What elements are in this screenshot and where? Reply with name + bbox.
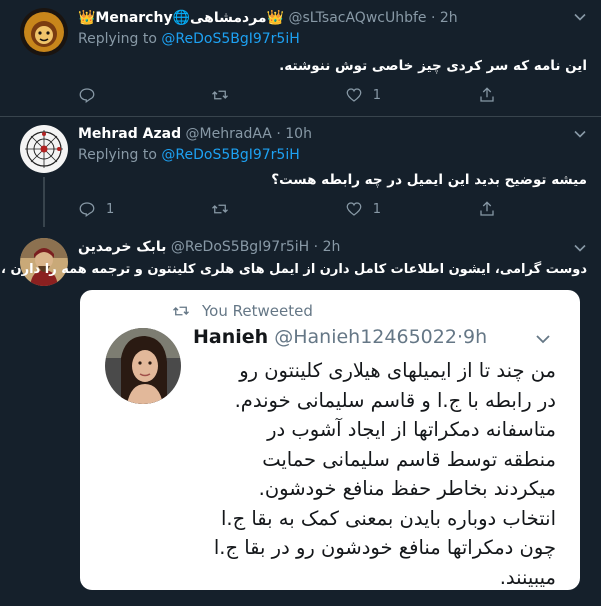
timestamp[interactable]: 2h	[323, 239, 341, 255]
share-icon	[480, 201, 494, 216]
chevron-down-icon[interactable]	[573, 10, 587, 24]
retweet-icon	[173, 306, 189, 316]
like-button[interactable]: 1	[345, 198, 478, 220]
heart-icon	[346, 88, 362, 102]
quoted-text-line: در رابطه با ج.ا و قاسم سلیمانی خوندم.	[234, 388, 556, 412]
like-count: 1	[372, 87, 382, 103]
replying-mention-link[interactable]: @ReDoS5BgI97r5iH	[161, 31, 299, 47]
replying-label: Replying to	[78, 147, 157, 163]
display-name[interactable]: Mehrad Azad	[78, 126, 181, 142]
quoted-text-line: متاسفانه دمکراتها از ایجاد آشوب در	[267, 418, 556, 441]
tweet-text: میشه توضیح بدید این ایمیل در چه رابطه هس…	[271, 172, 587, 188]
timestamp[interactable]: 9h	[463, 326, 487, 348]
quoted-text-line: میبینند.	[499, 565, 556, 589]
quoted-tweet-card[interactable]: You Retweeted Hanieh @Hanieh12465022·9h …	[80, 290, 580, 590]
quoted-tweet-header: Hanieh @Hanieh12465022·9h	[193, 326, 487, 348]
user-handle[interactable]: @Hanieh12465022	[274, 326, 457, 348]
tweet-1[interactable]: 👑Menarchy🌐مردمشاهی👑 @sLTsacAQwcUhbfe · 2…	[0, 0, 601, 116]
tweet-text: این نامه که سر کردی چیز خاصی توش ننوشته.	[279, 58, 587, 74]
timestamp[interactable]: 10h	[285, 126, 312, 142]
chevron-down-icon[interactable]	[573, 241, 587, 255]
replying-to: Replying to @ReDoS5BgI97r5iH	[78, 147, 300, 163]
separator-dot: ·	[313, 239, 319, 255]
retweet-button[interactable]	[211, 84, 344, 106]
timestamp[interactable]: 2h	[440, 10, 458, 26]
user-handle[interactable]: @sLTsacAQwcUhbfe	[289, 10, 427, 26]
tweet-text: دوست گرامی، ایشون اطلاعات کامل دارن از ا…	[1, 262, 587, 277]
like-button[interactable]: 1	[345, 84, 478, 106]
share-button[interactable]	[478, 198, 508, 220]
reply-button[interactable]: 1	[78, 198, 211, 220]
quoted-text-line: منطقه توسط قاسم سلیمانی حمایت	[262, 447, 556, 471]
quoted-text-line: میکردند بخاطر حفظ منافع خودشون.	[258, 477, 556, 500]
tweet-actions: 1	[78, 84, 508, 106]
share-button[interactable]	[478, 84, 508, 106]
retweet-button[interactable]	[211, 198, 344, 220]
display-name[interactable]: Hanieh	[193, 326, 268, 348]
replying-to: Replying to @ReDoS5BgI97r5iH	[78, 31, 300, 47]
user-handle[interactable]: @MehradAA	[186, 126, 272, 142]
share-icon	[480, 87, 494, 102]
replying-label: Replying to	[78, 31, 157, 47]
quoted-text-line: من چند تا از ایمیلهای هیلاری کلینتون رو	[239, 359, 556, 382]
display-name[interactable]: بابک خرمدین	[78, 239, 166, 255]
chevron-down-icon[interactable]	[573, 127, 587, 141]
retweet-icon	[212, 90, 229, 100]
tweet-header: Mehrad Azad @MehradAA · 10h	[78, 124, 312, 144]
quoted-tweet-text: من چند تا از ایمیلهای هیلاری کلینتون رو …	[156, 356, 556, 590]
quoted-text-line: انتخاب دوباره بایدن بمعنی کمک به بقا ج.ا	[220, 506, 556, 530]
chevron-down-icon[interactable]	[534, 330, 552, 348]
separator-dot: ·	[430, 10, 436, 26]
thread-line	[43, 177, 45, 227]
lion-avatar-image	[20, 8, 68, 56]
symbol-avatar-image	[20, 125, 68, 173]
avatar[interactable]	[20, 125, 68, 173]
reply-icon	[79, 202, 95, 217]
reply-count: 1	[106, 201, 115, 217]
retweet-icon	[212, 204, 229, 214]
separator-dot: ·	[276, 126, 281, 142]
tweet-header: 👑Menarchy🌐مردمشاهی👑 @sLTsacAQwcUhbfe · 2…	[78, 8, 458, 28]
avatar[interactable]	[20, 8, 68, 56]
tweet-2[interactable]: Mehrad Azad @MehradAA · 10h Replying to …	[0, 117, 601, 227]
retweet-label: You Retweeted	[202, 302, 313, 320]
heart-icon	[346, 202, 362, 216]
tweet-header: بابک خرمدین @ReDoS5BgI97r5iH · 2h	[78, 237, 340, 257]
user-handle[interactable]: @ReDoS5BgI97r5iH	[171, 239, 309, 255]
like-count: 1	[372, 201, 382, 217]
tweet-actions: 1 1	[78, 198, 508, 220]
retweet-context: You Retweeted	[172, 302, 313, 320]
reply-button[interactable]	[78, 84, 211, 106]
display-name[interactable]: 👑Menarchy🌐مردمشاهی👑	[78, 10, 284, 26]
quoted-text-line: چون دمکراتها منافع خودشون رو در بقا ج.ا	[213, 536, 556, 559]
replying-mention-link[interactable]: @ReDoS5BgI97r5iH	[161, 147, 299, 163]
reply-icon	[79, 88, 95, 103]
